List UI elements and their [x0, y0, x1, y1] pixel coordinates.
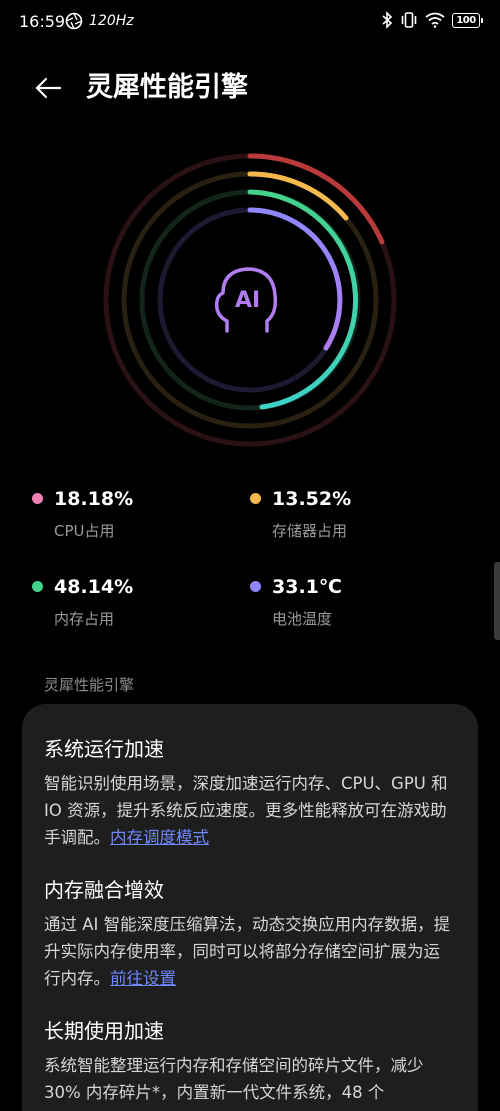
arrow-left-icon	[35, 77, 62, 99]
status-left-icons: 120Hz	[65, 12, 134, 30]
metric-cpu-value: 18.18%	[54, 488, 134, 510]
vibrate-icon	[401, 12, 417, 28]
memory-schedule-mode-link[interactable]: 内存调度模式	[110, 828, 209, 847]
feature-title: 系统运行加速	[44, 737, 164, 761]
page-title: 灵犀性能引擎	[86, 72, 248, 103]
metric-cpu-dot	[32, 493, 43, 504]
battery-icon: 100	[452, 12, 483, 28]
bluetooth-icon	[382, 11, 393, 29]
metric-memory-dot	[32, 581, 43, 592]
ai-head-icon: AI	[214, 267, 278, 333]
feature-desc-text: 通过 AI 智能深度压缩算法，动态交换应用内存数据，提升实际内存使用率，同时可以…	[44, 915, 451, 988]
metric-storage-value: 13.52%	[272, 488, 352, 510]
feature-title: 内存融合增效	[44, 878, 164, 902]
status-right-icons: 100	[381, 11, 483, 29]
status-time: 16:59	[19, 12, 66, 31]
metric-battery-temp-dot	[250, 581, 261, 592]
back-button[interactable]	[30, 70, 66, 106]
feature-memory-fusion: 内存融合增效 通过 AI 智能深度压缩算法，动态交换应用内存数据，提升实际内存使…	[44, 875, 456, 992]
metric-storage-dot	[250, 493, 261, 504]
status-bar: 16:59 120Hz 100	[0, 0, 500, 46]
go-to-settings-link[interactable]: 前往设置	[110, 969, 176, 988]
feature-title: 长期使用加速	[44, 1019, 164, 1043]
feature-desc: 智能识别使用场景，深度加速运行内存、CPU、GPU 和 IO 资源，提升系统反应…	[44, 770, 456, 851]
features-card: 系统运行加速 智能识别使用场景，深度加速运行内存、CPU、GPU 和 IO 资源…	[22, 704, 478, 1111]
ring-arc-cpu	[247, 207, 343, 351]
feature-system-acceleration: 系统运行加速 智能识别使用场景，深度加速运行内存、CPU、GPU 和 IO 资源…	[44, 734, 456, 851]
refresh-rate-badge: 120Hz	[89, 13, 134, 29]
metric-storage-label: 存储器占用	[272, 522, 348, 540]
metric-cpu-label: CPU占用	[54, 522, 115, 540]
feature-desc: 系统智能整理运行内存和存储空间的碎片文件，减少 30% 内存碎片*，内置新一代文…	[44, 1052, 456, 1106]
ai-icon-text: AI	[235, 288, 260, 313]
performance-rings: AI	[100, 150, 400, 450]
app-header: 灵犀性能引擎	[0, 62, 500, 114]
wifi-icon	[425, 12, 445, 28]
metric-memory-label: 内存占用	[54, 610, 115, 628]
metric-battery-temp-label: 电池温度	[272, 610, 333, 628]
metric-memory-value: 48.14%	[54, 576, 134, 598]
metric-battery-temp-value: 33.1℃	[272, 576, 342, 598]
feature-desc-text: 智能识别使用场景，深度加速运行内存、CPU、GPU 和 IO 资源，提升系统反应…	[44, 774, 448, 847]
feature-desc: 通过 AI 智能深度压缩算法，动态交换应用内存数据，提升实际内存使用率，同时可以…	[44, 911, 456, 992]
feature-desc-text: 系统智能整理运行内存和存储空间的碎片文件，减少 30% 内存碎片*，内置新一代文…	[44, 1056, 424, 1102]
feature-long-term-acceleration: 长期使用加速 系统智能整理运行内存和存储空间的碎片文件，减少 30% 内存碎片*…	[44, 1016, 456, 1106]
ring-arc-outer	[247, 153, 385, 245]
section-label: 灵犀性能引擎	[44, 676, 135, 694]
scroll-handle[interactable]	[494, 562, 500, 640]
aperture-icon	[65, 12, 83, 30]
battery-level: 100	[456, 14, 476, 26]
